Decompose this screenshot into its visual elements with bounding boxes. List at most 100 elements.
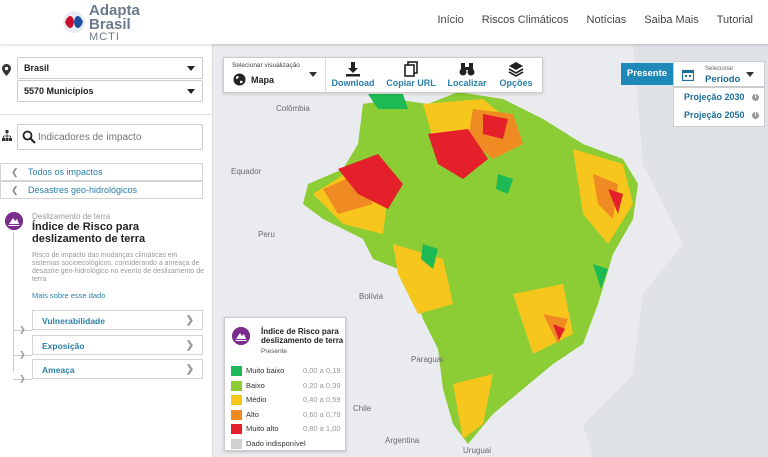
map-label-uruguai: Uruguai bbox=[463, 446, 492, 455]
indicator-search[interactable] bbox=[17, 124, 203, 150]
chevron-right-icon: ❯ bbox=[185, 340, 194, 351]
nav-inicio[interactable]: Início bbox=[437, 14, 463, 26]
chevron-left-icon: ❮ bbox=[11, 167, 19, 177]
period-select[interactable]: Selecionar Período bbox=[673, 61, 765, 87]
legend-swatch bbox=[231, 395, 242, 405]
legend-item: Dado indisponível bbox=[231, 438, 343, 450]
logo-line-2: Brasil bbox=[89, 16, 131, 33]
legend-swatch bbox=[231, 438, 242, 449]
visualization-select[interactable]: Selecionar visualização Mapa bbox=[224, 58, 326, 92]
download-label: Download bbox=[331, 78, 375, 88]
copy-url-label: Copiar URL bbox=[386, 78, 436, 88]
municipios-select-value: 5570 Municípios bbox=[24, 86, 94, 96]
binoculars-icon bbox=[459, 63, 475, 76]
visualization-value: Mapa bbox=[251, 75, 275, 85]
legend-item: Alto 0,60 a 0,79 bbox=[231, 409, 343, 421]
tree-connector bbox=[13, 232, 14, 372]
nav-saiba-mais[interactable]: Saiba Mais bbox=[644, 14, 698, 26]
map-label-peru: Peru bbox=[258, 230, 275, 239]
legend-subtitle: Presente bbox=[261, 348, 288, 355]
legend-label: Dado indisponível bbox=[246, 438, 306, 448]
subitem-ameaca[interactable]: Ameaça ❯ bbox=[32, 359, 203, 379]
legend-range: 0,40 a 0,59 bbox=[303, 395, 341, 404]
search-icon bbox=[22, 130, 36, 144]
download-button[interactable]: Download bbox=[328, 58, 378, 92]
legend-swatch bbox=[231, 424, 242, 434]
legend-label: Muito alto bbox=[246, 424, 279, 433]
option-projecao-2030[interactable]: Projeção 2030 bbox=[684, 92, 745, 102]
localizar-button[interactable]: Localizar bbox=[444, 58, 490, 92]
nav-riscos-climaticos[interactable]: Riscos Climáticos bbox=[482, 14, 569, 26]
logo-wordmark: Adapta Brasil bbox=[89, 3, 140, 33]
copy-icon bbox=[404, 61, 418, 77]
period-select-label: Selecionar bbox=[705, 66, 734, 72]
legend-range: 0,00 a 0,19 bbox=[303, 366, 341, 375]
opcoes-button[interactable]: Opções bbox=[496, 58, 536, 92]
legend-range: 0,20 a 0,39 bbox=[303, 380, 341, 390]
caret-down-icon bbox=[187, 66, 195, 71]
legend-title: Índice de Risco para deslizamento de ter… bbox=[261, 327, 344, 345]
info-icon[interactable]: i bbox=[752, 112, 759, 119]
legend-swatch bbox=[231, 380, 242, 391]
info-icon[interactable]: i bbox=[752, 94, 759, 101]
more-info-link[interactable]: Mais sobre esse dado bbox=[32, 291, 105, 300]
map-label-argentina: Argentina bbox=[385, 436, 420, 445]
tree-branch: ❯ bbox=[13, 374, 32, 383]
map-legend: Índice de Risco para deslizamento de ter… bbox=[224, 317, 346, 451]
indicator-title: Índice de Risco para deslizamento de ter… bbox=[32, 221, 146, 245]
indicator-kicker: Deslizamento de terra bbox=[32, 212, 111, 221]
map-toolbar: Selecionar visualização Mapa Download Co… bbox=[223, 57, 543, 93]
municipios-select[interactable]: 5570 Municípios bbox=[17, 80, 203, 102]
subitem-vulnerabilidade[interactable]: Vulnerabilidade ❯ bbox=[32, 310, 203, 330]
chevron-left-icon: ❮ bbox=[11, 185, 19, 195]
opcoes-label: Opções bbox=[499, 78, 533, 88]
subitem-exposicao[interactable]: Exposição ❯ bbox=[32, 335, 203, 355]
chevron-right-icon: ❯ bbox=[185, 364, 194, 375]
search-input[interactable] bbox=[38, 129, 198, 145]
legend-range: 0,80 a 1,00 bbox=[303, 424, 341, 433]
caret-down-icon bbox=[746, 72, 754, 77]
localizar-label: Localizar bbox=[447, 78, 487, 88]
legend-label: Baixo bbox=[246, 380, 265, 390]
indicator-description: Risco de impacto das mudanças climáticas… bbox=[32, 252, 205, 283]
caret-down-icon bbox=[309, 72, 317, 77]
option-projecao-2050[interactable]: Projeção 2050 bbox=[684, 110, 745, 120]
location-select-value: Brasil bbox=[24, 63, 50, 73]
legend-item: Muito baixo 0,00 a 0,19 bbox=[231, 365, 343, 377]
nav-noticias[interactable]: Notícias bbox=[587, 14, 627, 26]
visualization-label: Selecionar visualização bbox=[232, 62, 300, 69]
tree-branch: ❯ bbox=[13, 325, 32, 334]
breadcrumb-label: Desastres geo-hidrológicos bbox=[28, 185, 138, 195]
main-nav: Início Riscos Climáticos Notícias Saiba … bbox=[437, 14, 753, 26]
legend-item: Muito alto 0,80 a 1,00 bbox=[231, 423, 343, 435]
map-label-colombia: Colômbia bbox=[276, 104, 310, 113]
chevron-right-icon: ❯ bbox=[19, 374, 26, 383]
copy-url-button[interactable]: Copiar URL bbox=[384, 58, 438, 92]
legend-label: Médio bbox=[246, 395, 267, 404]
presente-button[interactable]: Presente bbox=[621, 63, 673, 85]
breadcrumb-desastres[interactable]: ❮ Desastres geo-hidrológicos bbox=[0, 181, 203, 199]
legend-swatch bbox=[231, 409, 242, 420]
nav-tutorial[interactable]: Tutorial bbox=[717, 14, 753, 26]
period-dropdown: Projeção 2030 i Projeção 2050 i bbox=[673, 87, 765, 127]
location-pin-icon bbox=[2, 64, 11, 76]
sidebar: Brasil 5570 Municípios ❮ Todos os impact… bbox=[0, 44, 213, 457]
download-icon bbox=[346, 62, 360, 77]
landslide-icon bbox=[232, 327, 250, 345]
subitem-label: Vulnerabilidade bbox=[42, 316, 105, 326]
map-label-bolivia: Bolívia bbox=[359, 292, 384, 301]
legend-range: 0,60 a 0,79 bbox=[303, 409, 341, 419]
period-select-value: Período bbox=[705, 74, 741, 85]
breadcrumb-todos-impactos[interactable]: ❮ Todos os impactos bbox=[0, 163, 203, 181]
subitem-label: Exposição bbox=[42, 341, 85, 351]
logo-mcti: MCTI bbox=[89, 31, 120, 43]
legend-label: Alto bbox=[246, 409, 259, 419]
adapta-brasil-logo[interactable]: Adapta Brasil MCTI bbox=[60, 3, 150, 43]
map-label-chile: Chile bbox=[353, 404, 372, 413]
location-select[interactable]: Brasil bbox=[17, 57, 203, 79]
chevron-right-icon: ❯ bbox=[185, 315, 194, 326]
tree-branch: ❯ bbox=[13, 350, 32, 359]
chevron-right-icon: ❯ bbox=[19, 325, 26, 334]
landslide-icon bbox=[5, 212, 23, 230]
map-label-paraguai: Paraguai bbox=[411, 355, 444, 364]
